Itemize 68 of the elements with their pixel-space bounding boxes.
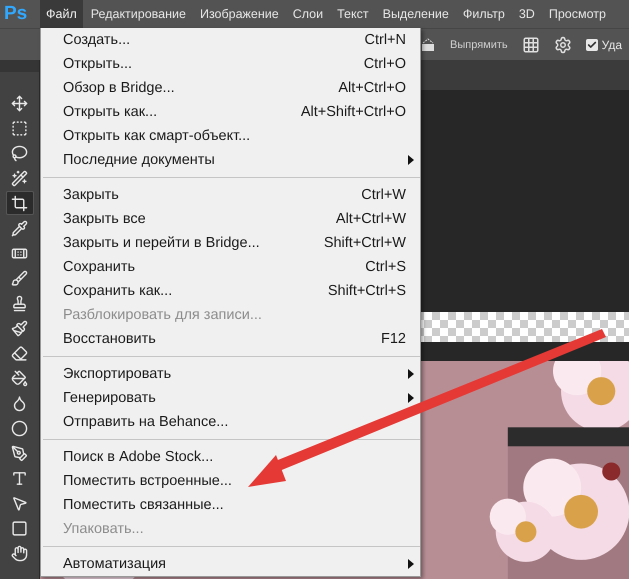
menu-bar-item[interactable]: Редактирование (84, 0, 192, 28)
menu-item-label: Поместить встроенные... (63, 473, 232, 489)
menu-item-label: Восстановить (63, 331, 156, 347)
shortcut: F12 (381, 331, 406, 347)
menu-item-label: Автоматизация (63, 556, 166, 572)
straighten-button[interactable]: Выпрямить (450, 38, 508, 50)
menu-item-label: Закрыть (63, 187, 119, 203)
grid-icon[interactable] (522, 36, 540, 54)
settings-icon[interactable] (554, 36, 572, 54)
menu-item[interactable]: Обзор в Bridge... Alt+Ctrl+O (41, 76, 420, 100)
menu-item-label: Экспортировать (63, 366, 172, 382)
menu-item[interactable]: Сохранить как... Shift+Ctrl+S (41, 279, 420, 303)
menu-bar-item[interactable]: Изображение (194, 0, 285, 28)
menu-item-label: Разблокировать для записи... (63, 307, 262, 323)
menu-item-label: Сохранить как... (63, 283, 172, 299)
crop-icon[interactable] (6, 191, 34, 215)
shortcut: Ctrl+S (365, 259, 406, 275)
shortcut: Shift+Ctrl+S (328, 283, 406, 299)
menu-item-label: Последние документы (63, 152, 215, 168)
menu-bar-item[interactable]: Просмотр (542, 0, 612, 28)
menu-item[interactable]: Экспортировать (41, 362, 420, 386)
checkbox[interactable] (586, 38, 598, 50)
menu-item-label: Обзор в Bridge... (63, 80, 175, 96)
menu-bar-item[interactable]: 3D (512, 0, 541, 28)
menu-item-label: Отправить на Behance... (63, 414, 228, 430)
shortcut: Ctrl+O (364, 56, 406, 72)
menu-item[interactable]: Автоматизация (41, 552, 420, 576)
menu-bar-item[interactable]: Фильтр (456, 0, 511, 28)
menu-item-label: Упаковать... (63, 521, 144, 537)
menu-item[interactable]: Открыть как... Alt+Shift+Ctrl+O (41, 100, 420, 124)
checkbox-label: Уда (602, 38, 622, 52)
menu-bar-item[interactable]: Файл (40, 0, 83, 28)
menu-bar-item[interactable]: Текст (331, 0, 375, 28)
menu-item[interactable]: Закрыть все Alt+Ctrl+W (41, 207, 420, 231)
menu-item[interactable]: Закрыть и перейти в Bridge... Shift+Ctrl+W (41, 231, 420, 255)
shortcut: Alt+Ctrl+W (336, 211, 406, 227)
shortcut: Ctrl+W (361, 187, 406, 203)
menu-item[interactable]: Открыть как смарт-объект... (41, 124, 420, 148)
menu-item-label: Открыть как... (63, 104, 158, 120)
menu-item[interactable]: Сохранить Ctrl+S (41, 255, 420, 279)
app-logo: Ps (4, 2, 28, 26)
shortcut: Alt+Shift+Ctrl+O (300, 104, 406, 120)
menu-item[interactable]: Последние документы (41, 148, 420, 172)
menu-item[interactable]: Закрыть Ctrl+W (41, 183, 420, 207)
menu-item[interactable]: Отправить на Behance... (41, 410, 420, 434)
shortcut: Ctrl+N (364, 32, 406, 48)
menu-bar-item[interactable]: Выделение (376, 0, 455, 28)
straighten-icon[interactable] (420, 36, 436, 52)
menu-item-label: Закрыть и перейти в Bridge... (63, 235, 260, 251)
menu-bar-item[interactable]: Слои (286, 0, 330, 28)
menu-item-label: Сохранить (63, 259, 136, 275)
menu-item-label: Открыть... (63, 56, 132, 72)
menu-item-label: Поместить связанные... (63, 497, 224, 513)
menu-item-label: Поиск в Adobe Stock... (63, 449, 214, 465)
shortcut: Alt+Ctrl+O (338, 80, 406, 96)
menu-item-label: Открыть как смарт-объект... (63, 128, 250, 144)
menu-item[interactable]: Генерировать (41, 386, 420, 410)
toolbar-grip[interactable] (0, 60, 39, 72)
menu-item-label: Создать... (63, 32, 130, 48)
menu-item[interactable]: Поместить связанные... (41, 493, 420, 517)
menu-item[interactable]: Создать... Ctrl+N (41, 28, 420, 52)
menu-item-label: Закрыть все (63, 211, 146, 227)
menu-item[interactable]: Открыть... Ctrl+O (41, 52, 420, 76)
menu-item[interactable]: Поиск в Adobe Stock... (41, 445, 420, 469)
shortcut: Shift+Ctrl+W (324, 235, 406, 251)
menu-item-label: Генерировать (63, 390, 156, 406)
menu-item[interactable]: Восстановить F12 (41, 327, 420, 351)
menu-item[interactable]: Поместить встроенные... (41, 469, 420, 493)
